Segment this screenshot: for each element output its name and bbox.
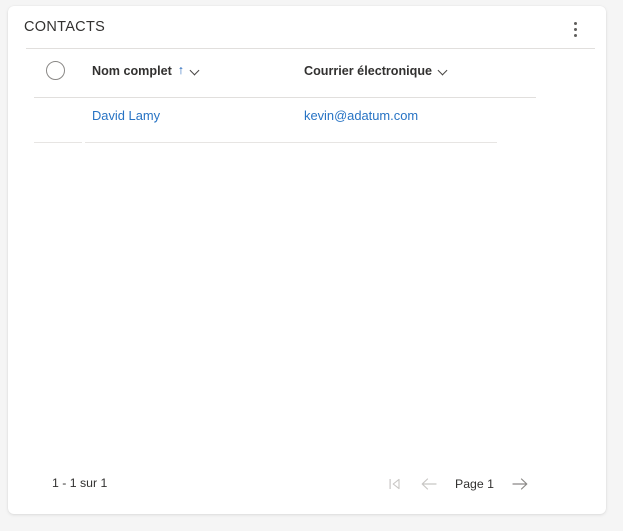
cell-fullname: David Lamy <box>92 92 160 138</box>
select-all-circle-shape <box>45 61 65 80</box>
table-row[interactable]: David Lamy kevin@adatum.com <box>8 92 606 138</box>
page-title: CONTACTS <box>24 19 106 35</box>
contacts-grid: Nom complet ↑ Courrier électronique Davi… <box>8 49 606 143</box>
pagination: Page 1 <box>378 468 537 500</box>
page-number-label: Page 1 <box>455 477 494 491</box>
more-dot-3 <box>573 33 577 37</box>
contacts-card: CONTACTS Nom complet ↑ Courrier électron… <box>8 6 606 514</box>
sort-ascending-arrow-icon: ↑ <box>177 63 185 78</box>
more-vertical-icon[interactable] <box>561 16 589 42</box>
more-dot-2 <box>573 27 577 31</box>
grid-footer: 1 - 1 sur 1 Page 1 <box>8 458 606 514</box>
row-divider-left-segment <box>34 142 82 143</box>
grid-header-row: Nom complet ↑ Courrier électronique <box>8 49 606 92</box>
cell-email: kevin@adatum.com <box>304 92 418 138</box>
chevron-down-icon[interactable] <box>439 66 448 75</box>
column-header-fullname-label: Nom complet <box>92 63 172 78</box>
row-divider-right-segment <box>85 142 497 143</box>
column-header-fullname[interactable]: Nom complet ↑ <box>92 49 200 92</box>
chevron-down-icon[interactable] <box>191 66 200 75</box>
row-select-cell[interactable] <box>26 92 84 138</box>
select-all-circle-icon[interactable] <box>26 49 84 92</box>
record-count-label: 1 - 1 sur 1 <box>52 476 108 490</box>
first-page-icon[interactable] <box>378 468 412 500</box>
arrow-right-icon[interactable] <box>503 468 537 500</box>
card-header: CONTACTS <box>8 6 606 48</box>
more-dot-1 <box>573 21 577 25</box>
column-header-email-label: Courrier électronique <box>304 63 433 78</box>
column-header-email[interactable]: Courrier électronique <box>304 49 448 92</box>
arrow-left-icon[interactable] <box>412 468 446 500</box>
contact-email-link[interactable]: kevin@adatum.com <box>304 108 418 123</box>
contact-name-link[interactable]: David Lamy <box>92 108 160 123</box>
